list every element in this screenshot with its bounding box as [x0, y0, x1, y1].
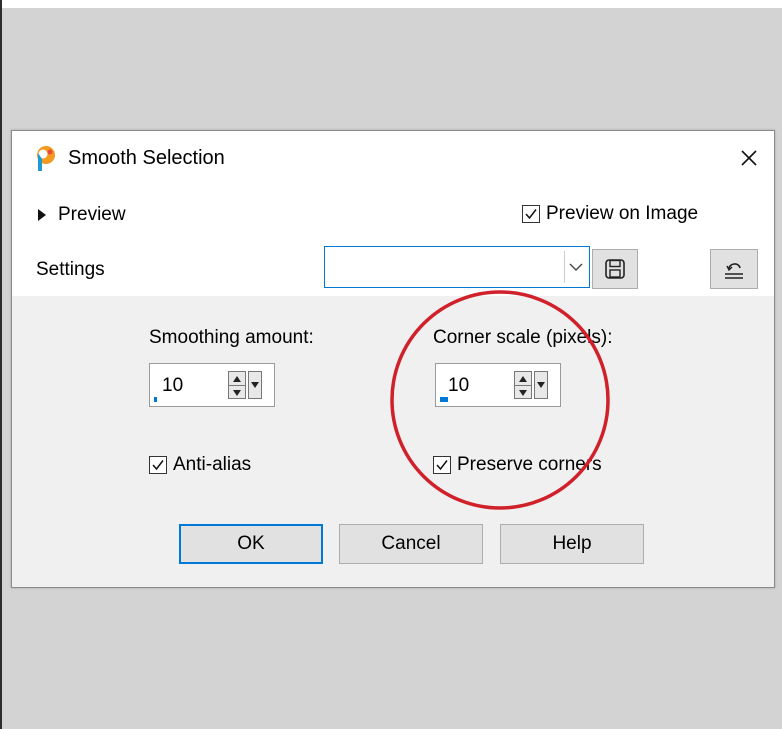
settings-combobox[interactable] — [324, 246, 590, 288]
smooth-selection-dialog: Smooth Selection Preview Preview on Imag… — [11, 130, 775, 588]
anti-alias-label: Anti-alias — [173, 454, 252, 475]
smoothing-amount-label: Smoothing amount: — [149, 327, 314, 348]
spin-up-icon[interactable] — [515, 372, 531, 386]
checkmark-icon — [436, 460, 448, 471]
cancel-button[interactable]: Cancel — [339, 524, 483, 564]
chevron-down-icon — [569, 263, 583, 271]
smoothing-amount-spinbox[interactable]: 10 — [149, 363, 275, 407]
smoothing-updown-arrows[interactable] — [228, 371, 246, 399]
checkmark-icon — [152, 460, 164, 471]
value-indicator — [440, 397, 448, 402]
checkbox-box — [433, 456, 451, 474]
smoothing-amount-value[interactable]: 10 — [162, 375, 222, 397]
close-button[interactable] — [734, 143, 764, 173]
corner-updown-arrows[interactable] — [514, 371, 532, 399]
checkmark-icon — [525, 209, 537, 220]
corner-scale-spinbox[interactable]: 10 — [435, 363, 561, 407]
caret-down-icon — [537, 382, 545, 388]
reset-defaults-button[interactable] — [710, 249, 758, 289]
save-preset-button[interactable] — [592, 249, 638, 289]
preview-on-image-checkbox[interactable]: Preview on Image — [522, 203, 698, 225]
corner-scale-value[interactable]: 10 — [448, 375, 508, 397]
value-indicator — [154, 397, 157, 402]
preserve-corners-label: Preserve corners — [457, 454, 602, 475]
reset-icon — [725, 263, 743, 279]
triangle-right-icon — [38, 209, 46, 221]
preview-expander[interactable]: Preview — [38, 203, 126, 227]
close-icon — [741, 150, 757, 166]
anti-alias-checkbox[interactable]: Anti-alias — [149, 454, 251, 476]
corner-dropdown-button[interactable] — [534, 371, 548, 399]
floppy-disk-icon — [605, 259, 625, 279]
dialog-title: Smooth Selection — [68, 147, 225, 169]
paintshop-app-icon — [37, 146, 55, 171]
spin-up-icon[interactable] — [229, 372, 245, 386]
help-button[interactable]: Help — [500, 524, 644, 564]
preview-on-image-label: Preview on Image — [546, 203, 699, 224]
window-edge — [0, 0, 2, 729]
spin-down-icon[interactable] — [229, 386, 245, 399]
caret-down-icon — [251, 382, 259, 388]
ok-button[interactable]: OK — [179, 524, 323, 564]
smoothing-dropdown-button[interactable] — [248, 371, 262, 399]
settings-label: Settings — [36, 259, 105, 280]
spin-down-icon[interactable] — [515, 386, 531, 399]
combo-dropdown-button[interactable] — [564, 251, 587, 283]
preview-label: Preview — [58, 204, 126, 225]
checkbox-box — [522, 205, 540, 223]
preserve-corners-checkbox[interactable]: Preserve corners — [433, 454, 602, 476]
checkbox-box — [149, 456, 167, 474]
corner-scale-label: Corner scale (pixels): — [433, 327, 613, 348]
